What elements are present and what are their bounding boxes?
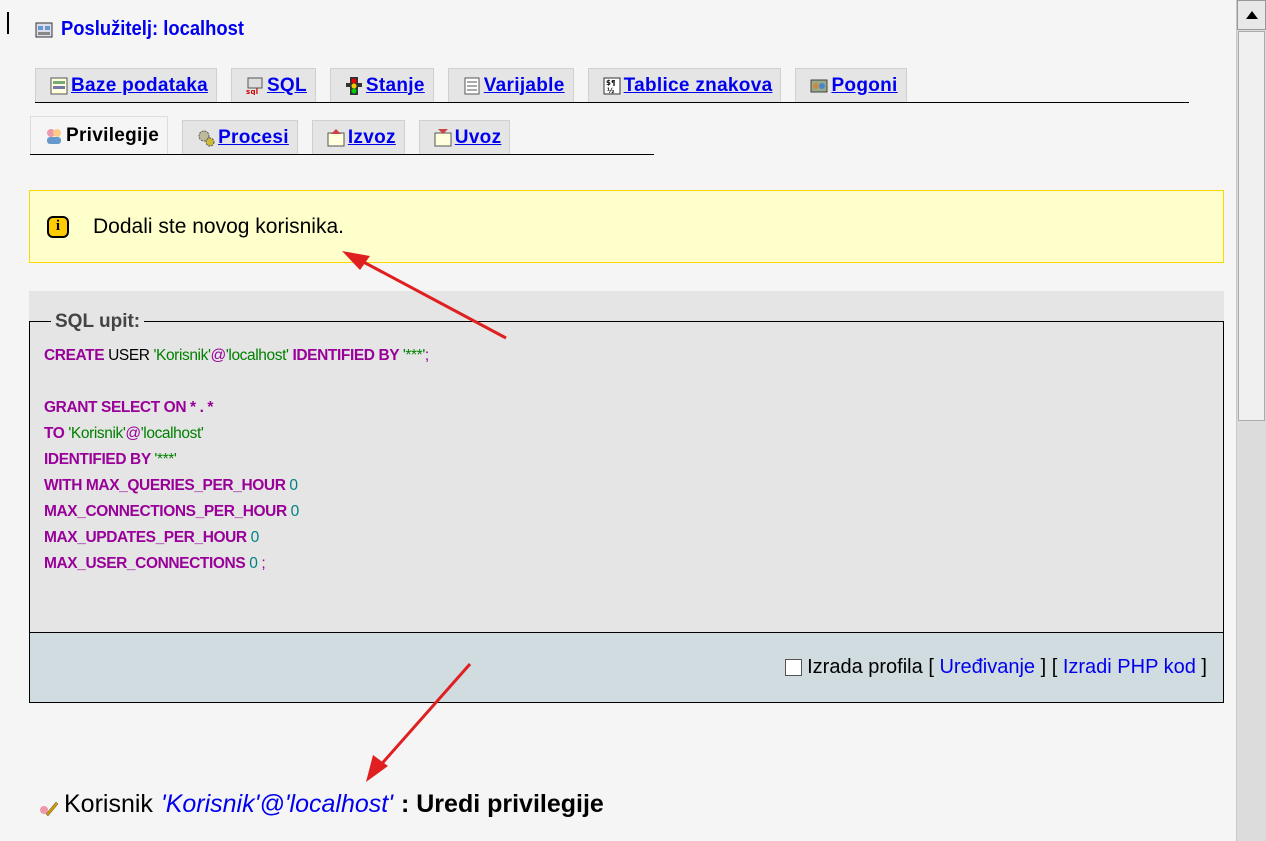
sql-legend: SQL upit: xyxy=(51,311,145,333)
charset-icon: $¶ ½ xyxy=(603,77,621,95)
tabs-row-2: Privilegije Procesi Izvoz Uvoz xyxy=(30,116,654,155)
server-header: Poslužitelj: localhost xyxy=(35,18,260,41)
sql-keyword: MAX_UPDATES_PER_HOUR xyxy=(44,529,251,546)
tab-label: SQL xyxy=(266,74,307,96)
svg-text:$¶: $¶ xyxy=(606,79,616,87)
sql-keyword: CREATE xyxy=(44,347,105,364)
tabs-row-1: Baze podataka sql SQL Stanje Varijable $… xyxy=(35,68,1189,103)
triangle-up-icon xyxy=(1245,11,1258,19)
tab-label: Uvoz xyxy=(454,126,502,148)
sql-number: 0 xyxy=(250,529,260,546)
bracket-open: [ xyxy=(928,656,940,678)
edit-privileges-heading: Korisnik 'Korisnik'@'localhost' : Uredi … xyxy=(38,790,604,819)
sql-code: CREATE USER 'Korisnik'@'localhost' IDENT… xyxy=(44,343,429,577)
tab-status[interactable]: Stanje xyxy=(329,68,434,102)
sql-keyword: TO xyxy=(44,425,69,442)
sql-at: @ xyxy=(125,425,141,442)
scroll-up-button[interactable] xyxy=(1237,0,1266,30)
import-icon xyxy=(434,128,452,147)
sql-number: 0 xyxy=(290,503,300,520)
sql-plain: USER xyxy=(104,347,154,364)
sql-keyword: GRANT SELECT ON xyxy=(44,399,191,416)
sql-string: 'Korisnik' xyxy=(153,347,211,364)
sql-line-4: IDENTIFIED BY '***' xyxy=(44,447,429,473)
tab-charsets[interactable]: $¶ ½ Tablice znakova xyxy=(587,68,782,102)
tab-import[interactable]: Uvoz xyxy=(418,120,511,154)
heading-suffix: : Uredi privilegije xyxy=(400,790,604,818)
sql-footer: Izrada profila [ Uređivanje ] [ Izradi P… xyxy=(29,632,1224,703)
sql-number: 0 xyxy=(289,477,298,494)
tab-export[interactable]: Izvoz xyxy=(311,120,405,154)
sql-line-2: GRANT SELECT ON * . * xyxy=(44,395,429,421)
tab-databases[interactable]: Baze podataka xyxy=(35,68,217,102)
sql-at: @ xyxy=(210,347,227,364)
tab-variables[interactable]: Varijable xyxy=(447,68,574,102)
sql-keyword: MAX_CONNECTIONS_PER_HOUR xyxy=(44,503,291,520)
tab-label: Tablice znakova xyxy=(623,74,773,96)
sql-keyword: IDENTIFIED BY xyxy=(288,347,403,364)
profiling-checkbox[interactable] xyxy=(785,659,803,676)
sql-string: '***' xyxy=(154,451,177,468)
create-php-code-link[interactable]: Izradi PHP kod xyxy=(1063,656,1196,679)
notice-message: Dodali ste novog korisnika. xyxy=(93,214,344,238)
sql-line-6: MAX_CONNECTIONS_PER_HOUR 0 xyxy=(44,499,429,525)
sql-string: 'Korisnik' xyxy=(68,425,126,442)
traffic-light-icon xyxy=(345,76,363,95)
sql-string: 'localhost' xyxy=(140,425,204,442)
info-icon: i xyxy=(47,215,69,238)
engines-icon xyxy=(810,77,828,95)
database-icon xyxy=(50,77,68,95)
main-frame: Poslužitelj: localhost Baze podataka sql… xyxy=(0,0,1236,841)
tab-privileges[interactable]: Privilegije xyxy=(30,116,169,154)
sql-wildcard: * . * xyxy=(190,399,214,416)
sql-line-8: MAX_USER_CONNECTIONS 0 ; xyxy=(44,551,429,577)
success-notice: i Dodali ste novog korisnika. xyxy=(29,190,1224,263)
tab-processes[interactable]: Procesi xyxy=(182,120,298,154)
sql-icon: sql xyxy=(246,77,264,96)
tab-label: Privilegije xyxy=(66,124,160,146)
sql-semicolon: ; xyxy=(424,347,429,364)
svg-text:sql: sql xyxy=(246,88,258,95)
tab-label: Stanje xyxy=(365,74,425,96)
sql-line-1: CREATE USER 'Korisnik'@'localhost' IDENT… xyxy=(44,343,429,369)
vertical-scrollbar[interactable] xyxy=(1236,0,1266,841)
bracket-close: ] xyxy=(1195,656,1207,678)
scrollbar-thumb[interactable] xyxy=(1238,31,1265,421)
edit-link[interactable]: Uređivanje xyxy=(939,656,1035,679)
heading-prefix: Korisnik xyxy=(64,790,153,818)
bracket-mid: ] [ xyxy=(1035,656,1063,678)
privileges-icon xyxy=(45,127,63,145)
export-icon xyxy=(327,128,345,147)
sql-semicolon: ; xyxy=(257,555,266,572)
heading-user: 'Korisnik'@'localhost' xyxy=(160,790,393,818)
tab-engines[interactable]: Pogoni xyxy=(795,68,907,102)
sql-line-3: TO 'Korisnik'@'localhost' xyxy=(44,421,429,447)
sql-keyword: WITH MAX_QUERIES_PER_HOUR xyxy=(44,477,290,494)
sql-keyword: IDENTIFIED BY xyxy=(44,451,155,468)
tab-label: Izvoz xyxy=(347,126,396,148)
tab-label: Baze podataka xyxy=(71,74,208,96)
sql-line-7: MAX_UPDATES_PER_HOUR 0 xyxy=(44,525,429,551)
svg-text:½: ½ xyxy=(607,87,615,95)
tab-label: Pogoni xyxy=(831,74,898,96)
sql-line-5: WITH MAX_QUERIES_PER_HOUR 0 xyxy=(44,473,429,499)
text-caret xyxy=(7,12,9,34)
tab-label: Procesi xyxy=(218,126,289,148)
tab-label: Varijable xyxy=(483,74,565,96)
gears-icon xyxy=(197,129,215,147)
tab-sql[interactable]: sql SQL xyxy=(230,68,316,102)
server-label[interactable]: Poslužitelj: localhost xyxy=(61,18,244,41)
variables-icon xyxy=(463,77,481,95)
sql-keyword: MAX_USER_CONNECTIONS xyxy=(44,555,250,572)
pencil-user-icon xyxy=(38,796,59,816)
sql-string: 'localhost' xyxy=(225,347,289,364)
sql-string: '***' xyxy=(402,347,425,364)
profiling-label[interactable]: Izrada profila xyxy=(807,656,923,679)
server-icon xyxy=(35,21,53,39)
sql-blank-line xyxy=(44,369,429,395)
